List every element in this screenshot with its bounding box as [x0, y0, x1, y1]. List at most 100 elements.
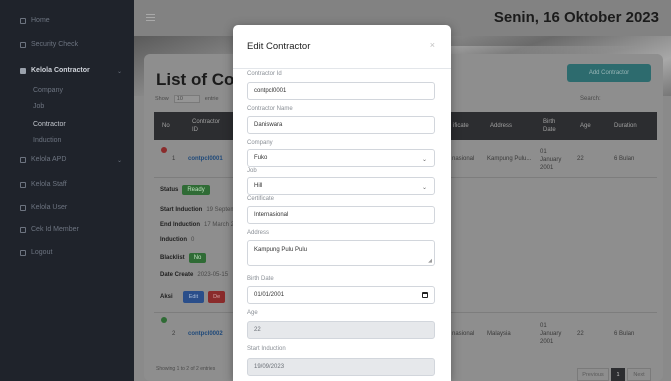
start-induction-field: 19/09/2023 — [247, 358, 435, 376]
sidebar-item-label: Security Check — [31, 41, 79, 48]
age-cell: 22 — [577, 331, 584, 337]
sidebar-item-label: Logout — [31, 249, 53, 256]
row-number: 1 — [172, 156, 176, 162]
delete-button[interactable]: De — [208, 291, 226, 303]
expand-row-icon[interactable] — [161, 317, 167, 323]
company-select[interactable]: Fuko ⌄ — [247, 149, 435, 167]
sidebar-item-kelola-contractor[interactable]: Kelola Contractor — [20, 67, 90, 74]
collapse-row-icon[interactable] — [161, 147, 167, 153]
birth-date-cell: 01 January 2001 — [540, 322, 561, 346]
show-entries: Show 10 entrie — [155, 95, 219, 103]
sidebar-subitem-contractor[interactable]: Contractor — [33, 121, 66, 128]
sidebar-item-label: Kelola Staff — [31, 181, 67, 188]
start-induction-value: 19/09/2023 — [254, 364, 285, 370]
entries-select-value: 10 — [176, 96, 183, 102]
sidebar-subitem-job[interactable]: Job — [33, 103, 44, 110]
close-icon[interactable]: × — [430, 40, 435, 50]
column-header-birth-date[interactable]: Birth Date — [543, 112, 556, 140]
detail-value: 19 Septem — [206, 207, 236, 213]
chevron-down-icon: ⌄ — [116, 69, 122, 75]
header-label: No — [162, 123, 170, 129]
detail-label: Status — [160, 187, 179, 193]
pagination-next[interactable]: Next — [627, 368, 651, 381]
chevron-down-icon: ⌄ — [421, 185, 427, 191]
sidebar-item-security-check[interactable]: Security Check — [20, 41, 78, 48]
detail-label: Blacklist — [160, 255, 185, 261]
certificate-field[interactable]: Internasional — [247, 206, 435, 224]
sidebar-item-kelola-user[interactable]: Kelola User — [20, 204, 67, 211]
contractor-id-link[interactable]: contpcl0001 — [188, 156, 223, 162]
header-label: Contractor — [192, 119, 221, 125]
birth-day: 01 — [540, 149, 547, 155]
address-value: Kampung Pulu Pulu — [254, 247, 308, 253]
hamburger-menu-icon[interactable] — [146, 14, 155, 21]
certificate-cell: nasional — [452, 156, 475, 162]
birth-date-field[interactable]: 01/01/2001 — [247, 286, 435, 304]
detail-label: Induction — [160, 237, 187, 243]
job-select[interactable]: Hill ⌄ — [247, 177, 435, 195]
certificate-cell: nasional — [452, 331, 475, 337]
logout-icon — [20, 249, 26, 256]
detail-label: Aksi — [160, 294, 173, 300]
sidebar-item-label: Kelola APD — [31, 156, 67, 163]
pagination-previous[interactable]: Previous — [577, 368, 609, 381]
birth-month: January — [540, 331, 562, 337]
add-contractor-button[interactable]: Add Contractor — [567, 64, 651, 82]
contractor-id-field[interactable]: contpcl0001 — [247, 82, 435, 100]
sidebar-item-home[interactable]: Home — [20, 17, 50, 24]
detail-blacklist: Blacklist No — [160, 253, 207, 263]
column-header-certificate[interactable]: ificate — [453, 112, 469, 140]
column-header-address[interactable]: Address — [490, 112, 512, 140]
header-label: Date — [543, 127, 556, 133]
sidebar-item-kelola-staff[interactable]: Kelola Staff — [20, 181, 67, 188]
header-label: Duration — [614, 123, 637, 129]
age-field: 22 — [247, 321, 435, 339]
start-induction-label: Start Induction — [247, 346, 286, 352]
search-label: Search: — [580, 96, 601, 102]
duration-cell: 6 Bulan — [614, 156, 635, 162]
modal-header: Edit Contractor × — [233, 25, 451, 69]
column-header-contractor-id[interactable]: Contractor ID — [192, 112, 220, 140]
detail-start-induction: Start Induction 19 Septem — [160, 207, 235, 213]
column-header-duration[interactable]: Duration — [614, 112, 637, 140]
detail-value: 2023-05-15 — [197, 272, 229, 278]
sidebar-subitem-induction[interactable]: Induction — [33, 137, 61, 144]
column-header-no[interactable]: No — [162, 112, 170, 140]
address-cell: Kampung Pulu... — [487, 156, 532, 162]
sidebar-item-label: Home — [31, 17, 50, 24]
contractor-id-link[interactable]: contpcl0002 — [188, 331, 223, 337]
user-icon — [20, 181, 26, 188]
birth-month: January — [540, 157, 562, 163]
contractor-name-field[interactable]: Daniswara — [247, 116, 435, 134]
sidebar-item-cek-id-member[interactable]: Cek Id Member — [20, 226, 79, 233]
users-icon — [20, 204, 26, 211]
sidebar-item-logout[interactable]: Logout — [20, 249, 52, 256]
entries-select[interactable]: 10 — [173, 95, 200, 103]
pagination-page-1[interactable]: 1 — [611, 368, 625, 381]
birth-date-label: Birth Date — [247, 276, 274, 282]
resize-handle-icon[interactable]: ◢ — [428, 258, 432, 264]
detail-end-induction: End Induction 17 March 20 — [160, 222, 237, 228]
sidebar-subitem-company[interactable]: Company — [33, 87, 63, 94]
current-date: Senin, 16 Oktober 2023 — [493, 9, 659, 26]
address-textarea[interactable]: Kampung Pulu Pulu ◢ — [247, 240, 435, 266]
detail-date-create: Date Create 2023-05-15 — [160, 272, 228, 278]
shield-icon — [20, 41, 26, 48]
header-label: ificate — [453, 123, 469, 129]
sidebar-item-kelola-apd[interactable]: Kelola APD — [20, 156, 66, 163]
address-label: Address — [247, 230, 270, 236]
detail-aksi: Aksi Edit De — [160, 291, 226, 303]
contractor-id-label: Contractor Id — [247, 71, 282, 77]
home-icon — [20, 17, 26, 24]
calendar-icon[interactable] — [422, 292, 428, 298]
birth-year: 2001 — [540, 165, 554, 171]
birth-date-cell: 01 January 2001 — [540, 148, 561, 172]
show-label: Show — [155, 96, 169, 102]
column-header-age[interactable]: Age — [580, 112, 591, 140]
age-cell: 22 — [577, 156, 584, 162]
contractor-name-label: Contractor Name — [247, 106, 293, 112]
detail-label: End Induction — [160, 222, 200, 228]
header-label: Address — [490, 123, 513, 129]
company-value: Fuko — [254, 155, 268, 161]
edit-button[interactable]: Edit — [182, 291, 205, 303]
